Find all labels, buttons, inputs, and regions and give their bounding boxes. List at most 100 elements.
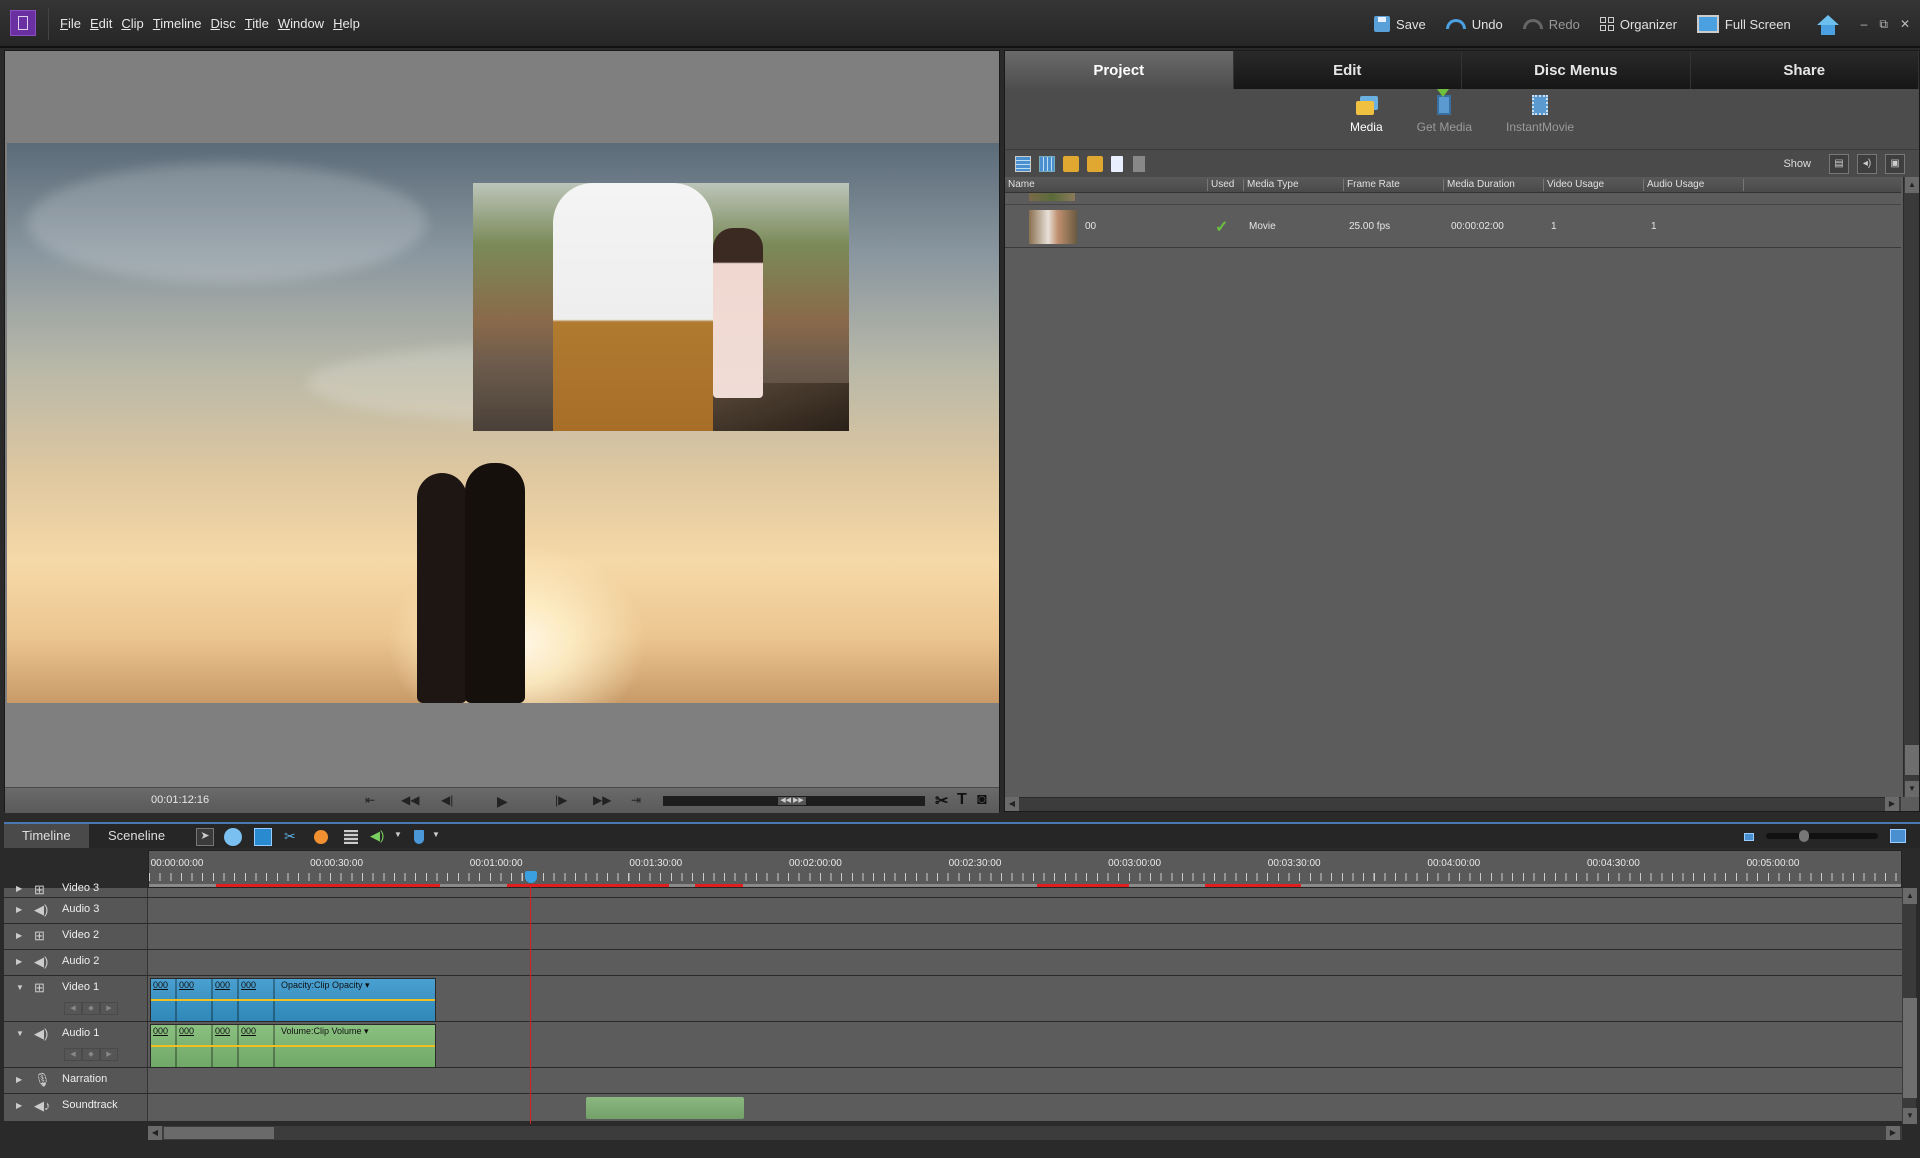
track-audio-3[interactable]: ▶ ◀) Audio 3 [4,898,1902,924]
step-forward-button[interactable]: |▶ [555,793,567,807]
list-item[interactable]: 00 ✓ Movie 25.00 fps 00:00:02:00 1 1 [1005,206,1901,248]
shuttle-handle[interactable]: ◀◀ ▶▶ [778,797,806,805]
add-keyframe-button[interactable]: ◆ [82,1048,100,1061]
rewind-button[interactable]: ◀◀ [401,793,419,807]
minimize-button[interactable]: – [1855,17,1874,31]
list-item[interactable] [1005,193,1901,205]
zoom-out-icon[interactable] [1744,833,1754,841]
col-used[interactable]: Used [1207,179,1234,191]
new-folder-icon[interactable] [1063,156,1079,172]
collapse-track-icon[interactable]: ▼ [16,983,24,992]
selection-tool-icon[interactable]: ➤ [196,828,214,846]
tab-project[interactable]: Project [1005,51,1234,89]
track-soundtrack[interactable]: ▶ ◀♪ Soundtrack [4,1094,1902,1122]
next-keyframe-button[interactable]: ▶ [100,1002,118,1015]
close-button[interactable]: ✕ [1894,17,1920,31]
tab-timeline[interactable]: Timeline [4,824,89,848]
zoom-in-icon[interactable] [1890,829,1906,843]
expand-track-icon[interactable]: ▶ [16,1075,22,1084]
icon-view-icon[interactable] [1039,156,1055,172]
motion-track-icon[interactable] [314,830,328,844]
show-audio-toggle[interactable]: ◂) [1857,154,1877,174]
scroll-right-icon[interactable]: ▶ [1886,1126,1900,1140]
scroll-down-icon[interactable]: ▼ [1903,1108,1917,1124]
media-list-hscroll[interactable]: ◀ ▶ [1005,797,1901,811]
opacity-rubberband[interactable] [151,999,435,1001]
dropdown-arrow-icon[interactable]: ▼ [432,830,450,848]
list-view-icon[interactable] [1015,156,1031,172]
track-video-3[interactable]: ▶ ⊞ Video 3 [4,882,1902,898]
menu-file[interactable]: File [60,16,81,31]
col-audio-usage[interactable]: Audio Usage [1643,179,1704,191]
timeline-vscroll[interactable]: ▲ ▼ [1902,888,1917,1124]
menu-title[interactable]: Title [245,16,269,31]
menu-disc[interactable]: Disc [210,16,235,31]
scroll-up-icon[interactable]: ▲ [1905,177,1919,193]
new-item-icon[interactable] [1111,156,1123,172]
add-keyframe-button[interactable]: ◆ [82,1002,100,1015]
play-button[interactable]: ▶ [497,793,508,810]
step-back-button[interactable]: ◀| [441,793,453,807]
scroll-right-icon[interactable]: ▶ [1885,797,1899,811]
tab-sceneline[interactable]: Sceneline [90,824,183,848]
redo-button[interactable]: Redo [1513,8,1590,40]
shuttle-slider[interactable]: ◀◀ ▶▶ [663,796,925,806]
prev-keyframe-button[interactable]: ◀ [64,1048,82,1061]
menu-clip[interactable]: Clip [121,16,143,31]
split-clip-icon[interactable]: ✂ [935,791,948,811]
timeline-zoom-slider[interactable] [1766,830,1878,842]
scroll-thumb[interactable] [1905,745,1919,775]
media-button[interactable]: Media [1350,95,1383,149]
col-name[interactable]: Name [1005,179,1035,191]
menu-timeline[interactable]: Timeline [153,16,202,31]
show-still-toggle[interactable]: ▣ [1885,154,1905,174]
fullscreen-button[interactable]: Full Screen [1687,8,1801,40]
col-video-usage[interactable]: Video Usage [1543,179,1604,191]
tab-edit[interactable]: Edit [1233,51,1462,89]
track-audio-1[interactable]: ▼ ◀) Audio 1 ◀ ◆ ▶ 000 000 000 000 Volume:Cl… [4,1022,1902,1068]
markers-list-icon[interactable] [344,830,358,844]
zoom-slider-knob[interactable] [1799,830,1809,842]
time-ruler[interactable]: 00:00:00:00 00:00:30:00 00:01:00:00 00:01:3… [148,850,1902,888]
expand-track-icon[interactable]: ▶ [16,884,22,893]
audio-clip[interactable]: 000 000 000 000 Volume:Clip Volume ▾ [150,1024,436,1068]
next-keyframe-button[interactable]: ▶ [100,1048,118,1061]
prev-keyframe-button[interactable]: ◀ [64,1002,82,1015]
smart-trim-icon[interactable]: ✂ [284,828,302,846]
freeze-frame-icon[interactable]: ◙ [977,791,987,809]
instantmovie-button[interactable]: InstantMovie [1506,95,1574,149]
undo-button[interactable]: Undo [1436,8,1513,40]
get-media-button[interactable]: Get Media [1417,89,1472,149]
scroll-down-icon[interactable]: ▼ [1905,781,1919,797]
expand-track-icon[interactable]: ▶ [16,931,22,940]
tab-disc-menus[interactable]: Disc Menus [1462,51,1691,89]
scroll-left-icon[interactable]: ◀ [1005,797,1019,811]
collapse-track-icon[interactable]: ▼ [16,1029,24,1038]
menu-window[interactable]: Window [278,16,324,31]
dropdown-arrow-icon[interactable]: ▼ [394,830,412,848]
timeline-hscroll[interactable]: ◀ ▶ [148,1126,1902,1140]
track-audio-2[interactable]: ▶ ◀) Audio 2 [4,950,1902,976]
show-video-toggle[interactable]: ▤ [1829,154,1849,174]
expand-track-icon[interactable]: ▶ [16,957,22,966]
app-logo-icon[interactable] [10,10,36,36]
track-video-1[interactable]: ▼ ⊞ Video 1 ◀ ◆ ▶ 000 000 000 000 Opacity:Cl… [4,976,1902,1022]
menu-edit[interactable]: Edit [90,16,112,31]
tab-share[interactable]: Share [1690,51,1919,89]
col-media-duration[interactable]: Media Duration [1443,179,1515,191]
audio-mixer-icon[interactable]: ◀) [370,828,388,846]
soundtrack-clip[interactable] [586,1097,744,1119]
go-to-start-button[interactable]: ⇤ [365,793,375,807]
scroll-up-icon[interactable]: ▲ [1903,888,1917,904]
new-item-folder-icon[interactable] [1087,156,1103,172]
scroll-thumb[interactable] [1903,998,1917,1098]
track-video-2[interactable]: ▶ ⊞ Video 2 [4,924,1902,950]
smart-fix-icon[interactable] [254,828,272,846]
go-to-end-button[interactable]: ⇥ [631,793,641,807]
menu-help[interactable]: Help [333,16,360,31]
playhead-handle[interactable] [525,871,537,883]
col-media-type[interactable]: Media Type [1243,179,1299,191]
delete-icon[interactable] [1133,156,1145,172]
fast-forward-button[interactable]: ▶▶ [593,793,611,807]
add-title-icon[interactable]: T [957,791,967,809]
